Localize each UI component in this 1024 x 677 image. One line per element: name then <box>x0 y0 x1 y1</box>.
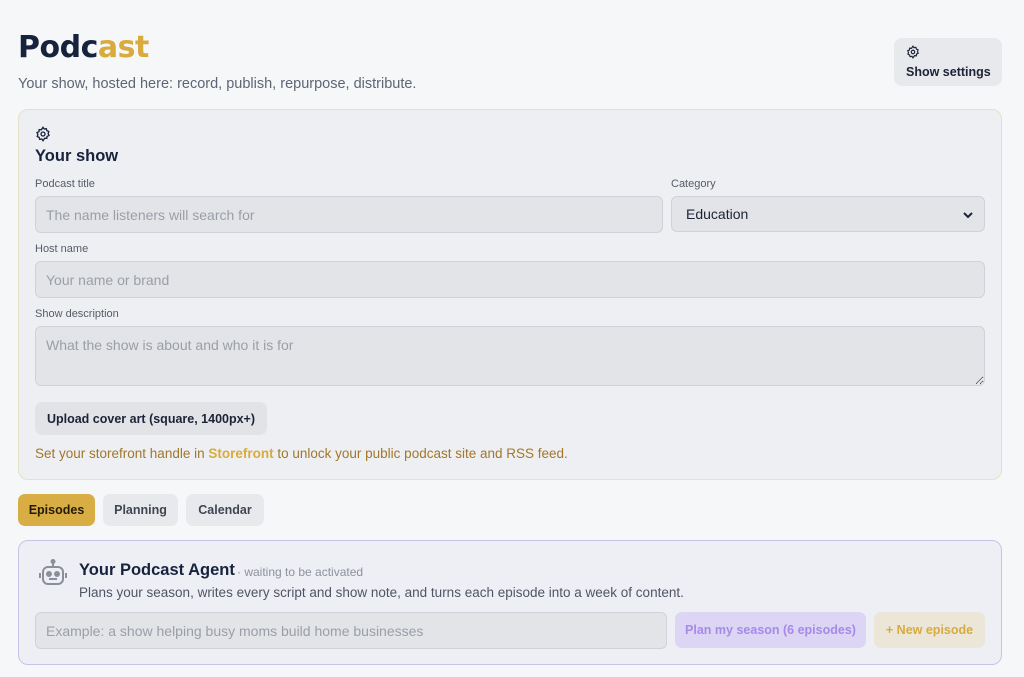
app-title-part2: ast <box>97 30 149 65</box>
gear-icon <box>906 45 920 62</box>
host-name-label: Host name <box>35 243 89 255</box>
tab-episodes[interactable]: Episodes <box>18 494 95 526</box>
storefront-link[interactable]: Storefront <box>208 446 273 461</box>
your-show-heading: Your show <box>35 147 119 165</box>
storefront-note: Set your storefront handle in Storefront… <box>35 446 568 461</box>
show-description-label: Show description <box>35 308 119 320</box>
tab-calendar[interactable]: Calendar <box>186 494 264 526</box>
plan-season-button[interactable]: Plan my season (6 episodes) <box>675 612 866 648</box>
upload-cover-art-button[interactable]: Upload cover art (square, 1400px+) <box>35 402 267 435</box>
show-settings-label: Show settings <box>906 65 991 79</box>
podcast-title-input[interactable] <box>35 196 663 233</box>
app-title: Podcast <box>18 30 149 65</box>
app-subtitle: Your show, hosted here: record, publish,… <box>18 76 417 92</box>
category-label: Category <box>671 178 716 190</box>
category-select[interactable]: Education <box>671 196 985 232</box>
category-value: Education <box>686 206 749 222</box>
show-settings-button[interactable]: Show settings <box>894 38 1002 86</box>
tab-planning[interactable]: Planning <box>103 494 178 526</box>
gear-icon <box>35 126 51 147</box>
app-title-part1: Podc <box>18 30 98 65</box>
storefront-note-text: Set your storefront handle in <box>35 446 209 461</box>
agent-description: Plans your season, writes every script a… <box>79 585 684 600</box>
chevron-down-icon <box>962 208 974 224</box>
podcast-agent-card: Your Podcast Agent · waiting to be activ… <box>18 540 1002 665</box>
podcast-title-label: Podcast title <box>35 178 95 190</box>
new-episode-button[interactable]: + New episode <box>874 612 985 648</box>
agent-prompt-input[interactable] <box>35 612 667 649</box>
agent-status: · waiting to be activated <box>237 565 364 579</box>
show-description-textarea[interactable] <box>35 326 985 386</box>
robot-icon <box>37 558 69 595</box>
host-name-input[interactable] <box>35 261 985 298</box>
agent-name: Your Podcast Agent <box>79 561 235 579</box>
your-show-card: Your show Podcast title Category Educati… <box>18 109 1002 480</box>
storefront-note-text-end: to unlock your public podcast site and R… <box>273 446 568 461</box>
